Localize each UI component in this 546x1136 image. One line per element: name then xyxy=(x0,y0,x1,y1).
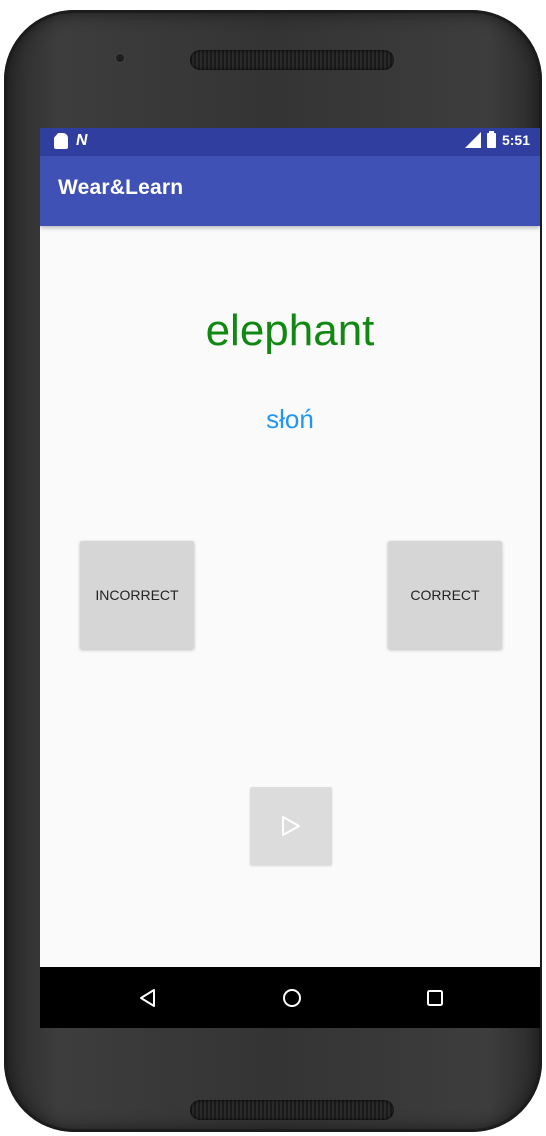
app-bar: Wear&Learn xyxy=(40,156,540,226)
incorrect-button[interactable]: INCORRECT xyxy=(80,541,194,649)
recents-icon xyxy=(427,990,443,1006)
correct-button[interactable]: CORRECT xyxy=(388,541,502,649)
back-icon xyxy=(140,989,155,1007)
navigation-bar xyxy=(40,967,540,1028)
app-title: Wear&Learn xyxy=(58,176,184,199)
signal-icon: 4G xyxy=(464,132,481,148)
sd-card-icon xyxy=(54,133,68,149)
n-notification-icon: N xyxy=(74,132,90,149)
status-right-icons: 4G 5:51 xyxy=(464,130,530,148)
front-camera xyxy=(116,54,124,62)
flashcard-translation: słoń xyxy=(266,404,314,434)
home-icon xyxy=(283,989,301,1007)
top-speaker xyxy=(190,50,394,70)
home-button[interactable] xyxy=(277,983,307,1013)
status-left-icons: N xyxy=(54,132,90,149)
back-button[interactable] xyxy=(133,983,163,1013)
flashcard-word: elephant xyxy=(205,306,375,355)
status-time: 5:51 xyxy=(501,132,530,148)
battery-icon xyxy=(486,130,496,148)
network-tag: 4G xyxy=(455,129,467,138)
phone-frame: N 4G 5:51 Wear&Learn elephant słoń INCOR… xyxy=(4,10,542,1132)
play-icon xyxy=(282,816,300,836)
screen: N 4G 5:51 Wear&Learn elephant słoń INCOR… xyxy=(40,128,540,1028)
status-bar: N 4G 5:51 xyxy=(40,128,540,156)
bottom-speaker xyxy=(190,1100,394,1120)
play-button[interactable] xyxy=(250,787,332,865)
recents-button[interactable] xyxy=(420,983,450,1013)
